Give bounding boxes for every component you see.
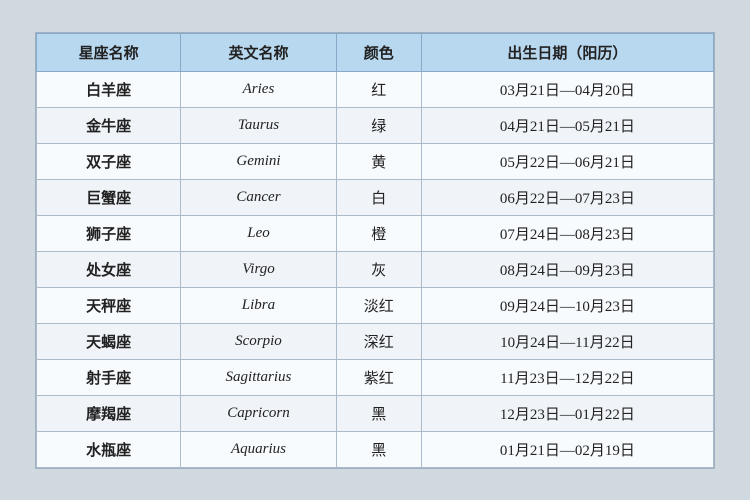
table-body: 白羊座Aries红03月21日—04月20日金牛座Taurus绿04月21日—0… xyxy=(37,71,714,467)
cell-color: 白 xyxy=(336,179,421,215)
cell-dates: 04月21日—05月21日 xyxy=(421,107,713,143)
table-row: 金牛座Taurus绿04月21日—05月21日 xyxy=(37,107,714,143)
cell-chinese-name: 水瓶座 xyxy=(37,431,181,467)
cell-color: 黑 xyxy=(336,395,421,431)
cell-english-name: Virgo xyxy=(181,251,337,287)
table-header-row: 星座名称 英文名称 颜色 出生日期（阳历） xyxy=(37,33,714,71)
cell-color: 灰 xyxy=(336,251,421,287)
table-row: 射手座Sagittarius紫红11月23日—12月22日 xyxy=(37,359,714,395)
cell-english-name: Aries xyxy=(181,71,337,107)
cell-english-name: Taurus xyxy=(181,107,337,143)
cell-dates: 06月22日—07月23日 xyxy=(421,179,713,215)
cell-color: 红 xyxy=(336,71,421,107)
cell-chinese-name: 摩羯座 xyxy=(37,395,181,431)
cell-color: 淡红 xyxy=(336,287,421,323)
cell-english-name: Sagittarius xyxy=(181,359,337,395)
cell-color: 绿 xyxy=(336,107,421,143)
cell-chinese-name: 天秤座 xyxy=(37,287,181,323)
cell-dates: 10月24日—11月22日 xyxy=(421,323,713,359)
cell-chinese-name: 双子座 xyxy=(37,143,181,179)
cell-dates: 09月24日—10月23日 xyxy=(421,287,713,323)
cell-dates: 11月23日—12月22日 xyxy=(421,359,713,395)
table-row: 摩羯座Capricorn黑12月23日—01月22日 xyxy=(37,395,714,431)
cell-chinese-name: 白羊座 xyxy=(37,71,181,107)
cell-chinese-name: 狮子座 xyxy=(37,215,181,251)
cell-dates: 12月23日—01月22日 xyxy=(421,395,713,431)
cell-chinese-name: 天蝎座 xyxy=(37,323,181,359)
cell-chinese-name: 金牛座 xyxy=(37,107,181,143)
cell-english-name: Cancer xyxy=(181,179,337,215)
cell-chinese-name: 巨蟹座 xyxy=(37,179,181,215)
cell-color: 深红 xyxy=(336,323,421,359)
cell-color: 橙 xyxy=(336,215,421,251)
cell-english-name: Leo xyxy=(181,215,337,251)
table-row: 巨蟹座Cancer白06月22日—07月23日 xyxy=(37,179,714,215)
cell-color: 黑 xyxy=(336,431,421,467)
table-row: 天蝎座Scorpio深红10月24日—11月22日 xyxy=(37,323,714,359)
header-english-name: 英文名称 xyxy=(181,33,337,71)
header-dates: 出生日期（阳历） xyxy=(421,33,713,71)
cell-color: 黄 xyxy=(336,143,421,179)
table-row: 双子座Gemini黄05月22日—06月21日 xyxy=(37,143,714,179)
table-row: 处女座Virgo灰08月24日—09月23日 xyxy=(37,251,714,287)
zodiac-table-container: 星座名称 英文名称 颜色 出生日期（阳历） 白羊座Aries红03月21日—04… xyxy=(35,32,715,469)
table-row: 狮子座Leo橙07月24日—08月23日 xyxy=(37,215,714,251)
cell-english-name: Capricorn xyxy=(181,395,337,431)
cell-english-name: Scorpio xyxy=(181,323,337,359)
cell-dates: 03月21日—04月20日 xyxy=(421,71,713,107)
cell-dates: 08月24日—09月23日 xyxy=(421,251,713,287)
table-row: 天秤座Libra淡红09月24日—10月23日 xyxy=(37,287,714,323)
cell-color: 紫红 xyxy=(336,359,421,395)
table-row: 水瓶座Aquarius黑01月21日—02月19日 xyxy=(37,431,714,467)
cell-chinese-name: 射手座 xyxy=(37,359,181,395)
header-color: 颜色 xyxy=(336,33,421,71)
zodiac-table: 星座名称 英文名称 颜色 出生日期（阳历） 白羊座Aries红03月21日—04… xyxy=(36,33,714,468)
cell-dates: 05月22日—06月21日 xyxy=(421,143,713,179)
cell-dates: 07月24日—08月23日 xyxy=(421,215,713,251)
cell-chinese-name: 处女座 xyxy=(37,251,181,287)
cell-english-name: Gemini xyxy=(181,143,337,179)
table-row: 白羊座Aries红03月21日—04月20日 xyxy=(37,71,714,107)
cell-dates: 01月21日—02月19日 xyxy=(421,431,713,467)
header-chinese-name: 星座名称 xyxy=(37,33,181,71)
cell-english-name: Libra xyxy=(181,287,337,323)
cell-english-name: Aquarius xyxy=(181,431,337,467)
